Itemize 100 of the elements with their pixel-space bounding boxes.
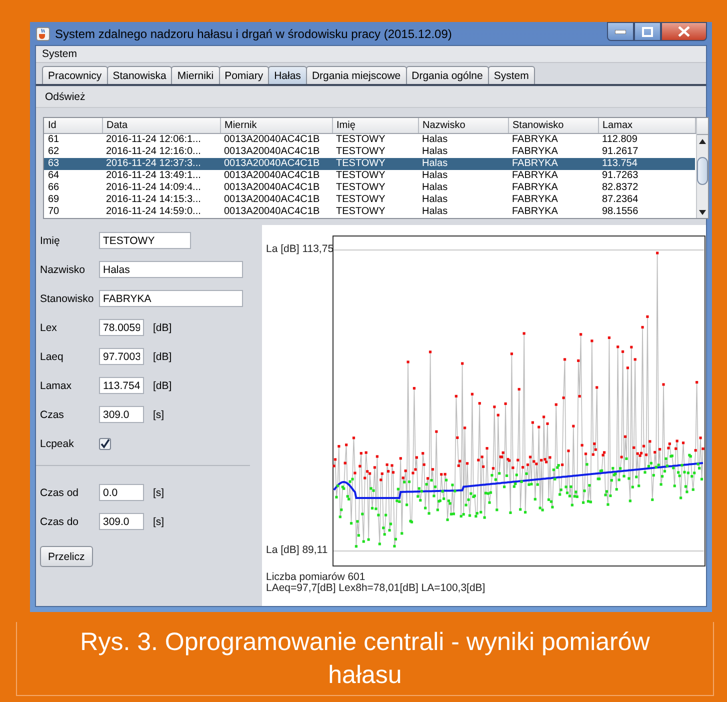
table-cell: FABRYKA xyxy=(508,158,598,170)
column-header[interactable]: Imię xyxy=(332,118,418,134)
input-field[interactable]: 113.754 xyxy=(99,377,144,394)
down-arrow-icon xyxy=(698,210,706,214)
coffee-cup-icon xyxy=(36,26,50,40)
maximize-button[interactable] xyxy=(634,22,661,41)
axis-min-label: La [dB] 89,11 xyxy=(266,544,328,556)
table-cell: 63 xyxy=(44,158,102,170)
table-cell: TESTOWY xyxy=(332,170,418,182)
table-cell-text: 66 xyxy=(47,182,60,194)
unit-label: [dB] xyxy=(153,322,172,334)
table-cell: FABRYKA xyxy=(508,170,598,182)
table-cell: 91.7263 xyxy=(598,170,695,182)
table-cell-text: 2016-11-24 14:59:0... xyxy=(105,206,202,218)
table-cell-text: 2016-11-24 14:09:4... xyxy=(105,182,202,194)
field-label: Lamax xyxy=(40,380,73,392)
unit-label: [dB] xyxy=(153,380,172,392)
table-cell: Halas xyxy=(418,134,508,146)
table-cell: 61 xyxy=(44,134,102,146)
tab[interactable]: Stanowiska xyxy=(106,66,172,84)
column-header[interactable]: Miernik xyxy=(220,118,332,134)
table-cell: 2016-11-24 12:37:3... xyxy=(102,158,220,170)
table-cell: FABRYKA xyxy=(508,146,598,158)
table-cell: 2016-11-24 13:49:1... xyxy=(102,170,220,182)
table-cell-text: Halas xyxy=(421,194,449,206)
table-cell: 113.754 xyxy=(598,158,695,170)
table-cell: 0013A20040AC4C1B xyxy=(220,170,332,182)
field-label: Laeq xyxy=(40,350,64,362)
tab[interactable]: Drgania ogólne xyxy=(406,66,489,84)
window-title: System zdalnego nadzoru hałasu i drgań w środowisku pracy (2015.12.09) xyxy=(55,26,452,40)
table-cell: 91.2617 xyxy=(598,146,695,158)
close-button[interactable] xyxy=(661,22,707,41)
table-cell: 62 xyxy=(44,146,102,158)
table-cell: TESTOWY xyxy=(332,134,418,146)
table-cell: 64 xyxy=(44,170,102,182)
tab[interactable]: Pomiary xyxy=(218,66,270,84)
table-cell: Halas xyxy=(418,146,508,158)
recalculate-button[interactable]: Przelicz xyxy=(40,546,93,567)
column-header[interactable]: Lamax xyxy=(598,118,695,134)
table-cell-text: 69 xyxy=(47,194,60,206)
table-cell: 2016-11-24 12:06:1... xyxy=(102,134,220,146)
table-cell-text: 70 xyxy=(47,206,60,218)
unit-label: [s] xyxy=(153,486,164,498)
field-label: Imię xyxy=(40,234,61,246)
scroll-thumb[interactable] xyxy=(696,157,708,185)
up-arrow-icon xyxy=(698,138,706,144)
summary-text: Liczba pomiarów 601 xyxy=(266,572,366,583)
table-cell-text: 0013A20040AC4C1B xyxy=(223,182,321,194)
minimize-button[interactable] xyxy=(607,22,634,41)
input-field[interactable]: 309.0 xyxy=(99,406,144,423)
tab[interactable]: Mierniki xyxy=(171,66,220,84)
field-label: Lex xyxy=(40,322,58,334)
field-label: Czas do xyxy=(40,516,80,528)
checkbox[interactable] xyxy=(99,438,111,450)
column-header[interactable]: Stanowisko xyxy=(508,118,598,134)
tab[interactable]: Hałas xyxy=(268,66,307,84)
table-cell-text: Halas xyxy=(421,182,449,194)
table-cell-text: Halas xyxy=(421,206,449,218)
summary-text: LAeq=97,7[dB] Lex8h=78,01[dB] LA=100,3[dB] xyxy=(266,583,486,594)
table-cell-text: 0013A20040AC4C1B xyxy=(223,206,321,218)
column-header[interactable]: Nazwisko xyxy=(418,118,508,134)
unit-label: [s] xyxy=(153,516,164,528)
table-cell: 0013A20040AC4C1B xyxy=(220,146,332,158)
table-cell: TESTOWY xyxy=(332,158,418,170)
unit-label: [dB] xyxy=(153,350,172,362)
refresh-button[interactable]: Odśwież xyxy=(42,91,88,103)
table-cell-text: TESTOWY xyxy=(335,194,386,206)
table-cell: Halas xyxy=(418,170,508,182)
unit-label: [s] xyxy=(153,408,164,420)
table-cell-text: 0013A20040AC4C1B xyxy=(223,194,321,206)
field-label: Lcpeak xyxy=(40,438,75,450)
tab[interactable]: Pracownicy xyxy=(42,66,108,84)
input-field[interactable]: 309.0 xyxy=(99,513,144,530)
input-field[interactable]: TESTOWY xyxy=(99,232,191,249)
column-header[interactable]: Data xyxy=(102,118,220,134)
table-cell: 0013A20040AC4C1B xyxy=(220,134,332,146)
table-cell: FABRYKA xyxy=(508,134,598,146)
table-cell-text: 82.8372 xyxy=(601,182,640,194)
table-cell-text: 87.2364 xyxy=(601,194,640,206)
table-cell-text: TESTOWY xyxy=(335,206,386,218)
field-label: Czas od xyxy=(40,486,80,498)
table-cell: 0013A20040AC4C1B xyxy=(220,158,332,170)
tab[interactable]: Drgania miejscowe xyxy=(306,66,407,84)
input-field[interactable]: Halas xyxy=(99,261,243,278)
maximize-icon xyxy=(642,26,653,36)
figure-caption: Rys. 3. Oprogramowanie centrali - wyniki pomiarów hałasu xyxy=(79,626,651,690)
field-label: Stanowisko xyxy=(40,292,95,304)
close-icon xyxy=(678,26,690,37)
field-label: Czas xyxy=(40,408,65,420)
table-cell-text: FABRYKA xyxy=(511,206,559,218)
tab[interactable]: System xyxy=(488,66,535,84)
input-field[interactable]: FABRYKA xyxy=(99,290,243,307)
column-header[interactable]: Id xyxy=(44,118,102,134)
table-cell-text: 2016-11-24 14:15:3... xyxy=(105,194,202,206)
input-field[interactable]: 0.0 xyxy=(99,484,144,501)
menu-item[interactable]: System xyxy=(42,48,78,60)
header-corner xyxy=(696,118,708,135)
table-cell-text: 98.1556 xyxy=(601,206,640,218)
minimize-icon xyxy=(615,30,626,34)
field-label: Nazwisko xyxy=(40,264,86,276)
